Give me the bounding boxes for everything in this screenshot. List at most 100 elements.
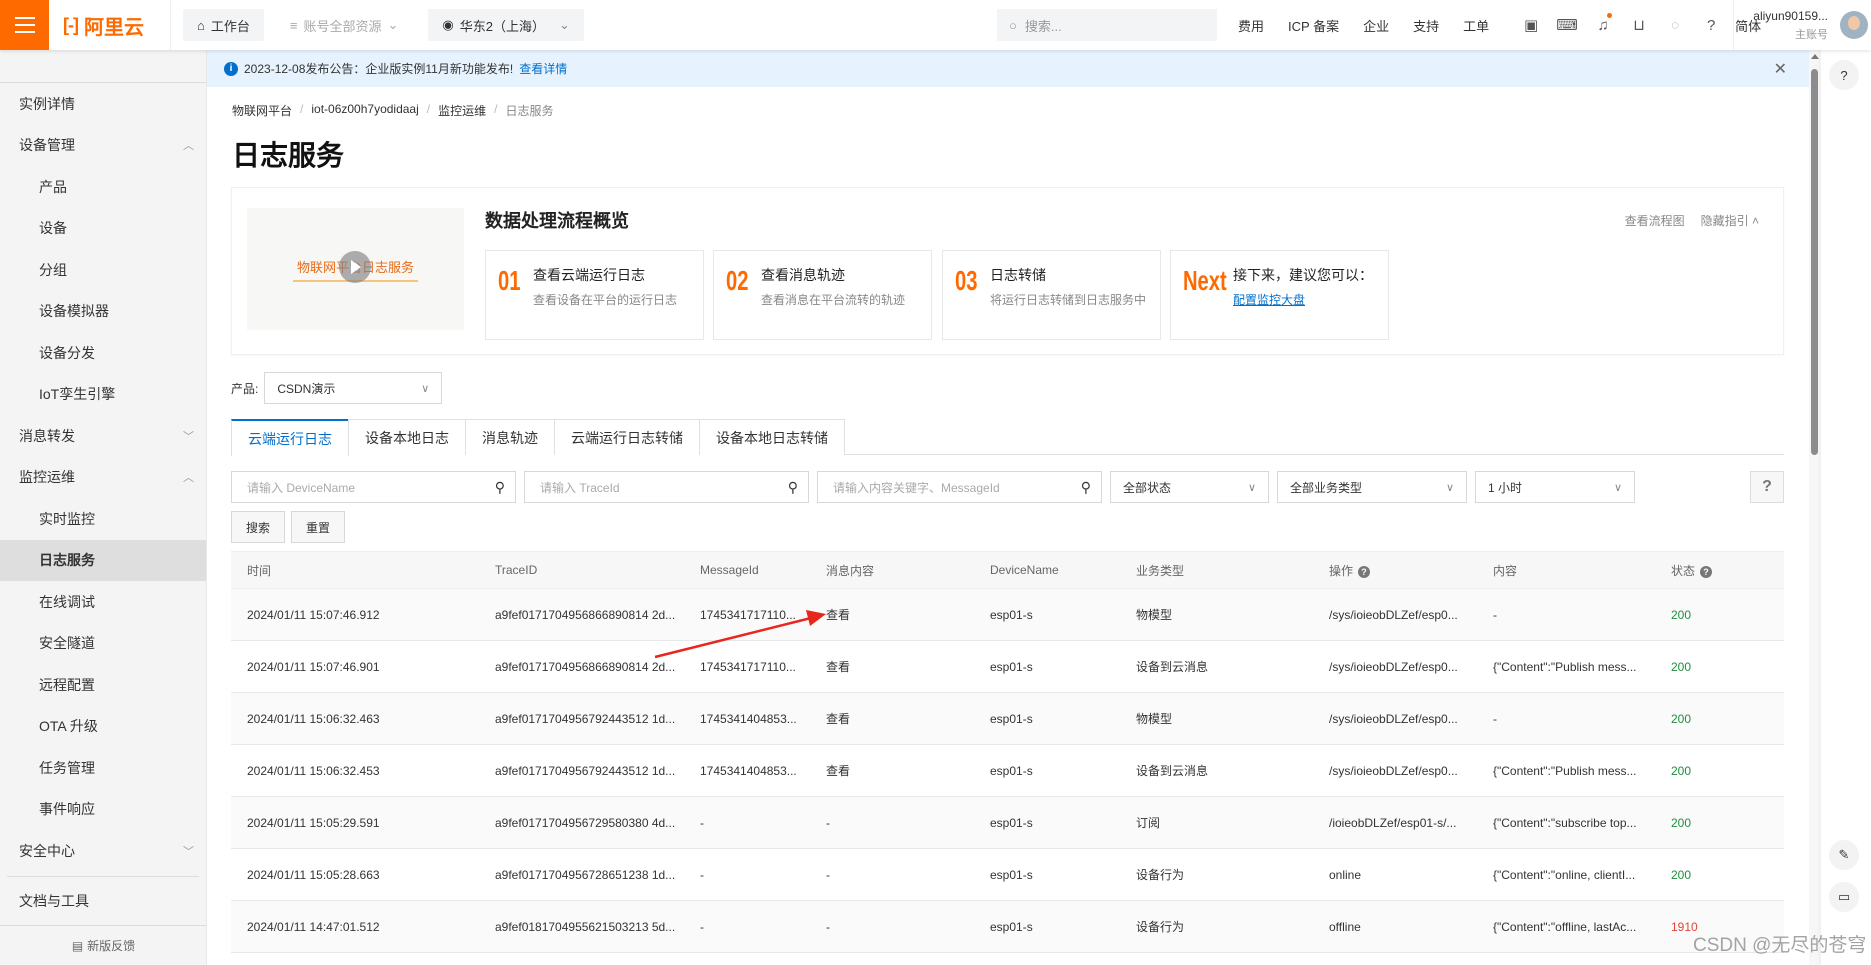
resource-selector[interactable]: ≡ 账号全部资源 ⌄ [276,9,413,41]
aliyun-logo[interactable]: [-] 阿里云 [49,0,171,50]
cart-icon[interactable]: ⊔ [1621,16,1657,34]
sidebar-item[interactable]: 产品 [0,166,206,208]
sidebar-item[interactable]: 安全中心 ﹀ [0,830,206,872]
chat-icon[interactable]: ▭ [1829,882,1859,912]
sidebar-item[interactable]: 实时监控 [0,498,206,540]
cell-op: /sys/ioieobDLZef/esp0... [1329,659,1458,674]
guide-title: 数据处理流程概览 [485,211,629,231]
trace-id-input[interactable]: 请输入 TraceId ⚲ [524,471,809,503]
configure-dashboard-link[interactable]: 配置监控大盘 [1233,291,1305,308]
view-content-link[interactable]: 查看 [810,658,974,675]
sidebar-item[interactable]: 日志服务 [0,539,206,581]
global-search-input[interactable]: ○ 搜索... [997,9,1217,41]
nav-enterprise[interactable]: 企业 [1363,16,1389,35]
col-biz-type: 业务类型 [1136,563,1185,578]
help-icon[interactable]: ? [1693,17,1729,34]
help-icon[interactable]: ? [1700,565,1713,578]
log-tabs: 云端运行日志 设备本地日志 消息轨迹 云端运行日志转储 设备本地日志转储 [231,419,1784,456]
play-icon[interactable] [339,251,371,283]
sidebar-item[interactable]: IoT孪生引擎 [0,374,206,416]
region-selector[interactable]: ◉ 华东2（上海） ⌄ [428,9,584,41]
tab-cloud-log[interactable]: 云端运行日志 [231,419,349,456]
col-operation: 操作? [1313,562,1477,579]
col-content: 内容 [1493,563,1518,578]
tab-message-trace[interactable]: 消息轨迹 [465,419,555,455]
vertical-scrollbar[interactable] [1809,50,1821,965]
content-keyword-input[interactable]: 请输入内容关键字、MessageId ⚲ [817,471,1102,503]
status-select[interactable]: 全部状态 ∨ [1110,471,1269,503]
sidebar-item-docs[interactable]: 文档与工具 [0,881,206,923]
sidebar-item[interactable]: 在线调试 [0,581,206,623]
bell-icon[interactable]: ♫ [1585,12,1621,34]
sidebar-item[interactable]: 设备模拟器 [0,291,206,333]
tab-device-log-dump[interactable]: 设备本地日志转储 [699,419,845,455]
step-title[interactable]: 查看消息轨迹 [761,265,845,285]
time-range-select[interactable]: 1 小时 ∨ [1475,471,1635,503]
tab-device-local-log[interactable]: 设备本地日志 [348,419,466,455]
biz-type-select[interactable]: 全部业务类型 ∨ [1277,471,1467,503]
breadcrumb-monitoring[interactable]: 监控运维 [438,102,486,119]
view-content-link[interactable]: 查看 [810,762,974,779]
device-name-input[interactable]: 请输入 DeviceName ⚲ [231,471,516,503]
col-device-name: DeviceName [990,563,1059,577]
view-flow-link[interactable]: 查看流程图 [1625,212,1685,229]
product-select[interactable]: CSDN演示 ∨ [264,372,443,404]
sidebar-item[interactable]: 远程配置 [0,664,206,706]
scrollbar-thumb[interactable] [1811,69,1818,455]
account-menu[interactable]: aliyun90159... 主账号 [1733,0,1871,50]
breadcrumb-iot-platform[interactable]: 物联网平台 [232,102,292,119]
bulb-icon[interactable]: ○ [1657,17,1693,34]
cell-biz: 订阅 [1136,816,1161,830]
terminal-icon[interactable]: ⌨ [1549,16,1585,34]
sidebar-item-label: 日志服务 [39,552,95,569]
menu-button[interactable] [0,0,49,50]
sidebar-item[interactable]: 设备 [0,208,206,250]
view-content-link[interactable]: 查看 [810,710,974,727]
breadcrumb-instance[interactable]: iot-06z00h7yodidaaj [311,102,418,119]
help-icon[interactable]: ? [1358,565,1371,578]
sidebar-item[interactable]: 设备分发 [0,332,206,374]
close-icon[interactable]: ✕ [1774,59,1787,79]
help-icon[interactable]: ? [1829,60,1859,90]
sidebar-item[interactable]: 事件响应 [0,789,206,831]
sidebar-item[interactable]: 任务管理 [0,747,206,789]
reset-button[interactable]: 重置 [291,511,346,543]
sidebar-item[interactable]: 安全隧道 [0,623,206,665]
sidebar-item[interactable]: 分组 [0,249,206,291]
nav-support[interactable]: 支持 [1413,16,1439,35]
view-content-link[interactable]: 查看 [810,606,974,623]
search-icon[interactable]: ⚲ [495,479,505,496]
cell-status: 200 [1671,607,1692,622]
workbench-button[interactable]: ⌂ 工作台 [182,9,264,41]
edit-icon[interactable]: ✎ [1829,840,1859,870]
nav-icp[interactable]: ICP 备案 [1288,16,1339,35]
content-keyword-placeholder: 请输入内容关键字、MessageId [833,480,1000,495]
step-number: Next [1183,265,1227,296]
search-icon[interactable]: ⚲ [1081,479,1091,496]
sidebar-item-label: 实例详情 [19,95,75,112]
sidebar-item[interactable]: 监控运维 ︿ [0,457,206,499]
sidebar-item[interactable]: 设备管理 ︿ [0,125,206,167]
scroll-up-arrow-icon[interactable] [1811,54,1819,59]
notification-dot [1607,12,1613,18]
step-title[interactable]: 日志转储 [990,265,1046,285]
avatar[interactable] [1840,11,1868,39]
sidebar-item[interactable]: 消息转发 ﹀ [0,415,206,457]
nav-fees[interactable]: 费用 [1238,16,1264,35]
cell-device: esp01-s [990,867,1033,882]
step-card-3: 03 日志转储 将运行日志转储到日志服务中 [942,250,1161,340]
feedback-button[interactable]: ▤ 新版反馈 [0,925,207,965]
search-button[interactable]: 搜索 [231,511,286,543]
guide-video[interactable]: 物联网平台日志服务 [247,208,464,330]
sidebar-item[interactable]: OTA 升级 [0,706,206,748]
tab-cloud-log-dump[interactable]: 云端运行日志转储 [554,419,700,455]
help-button[interactable]: ? [1750,471,1784,503]
step-title[interactable]: 查看云端运行日志 [533,265,645,285]
sidebar-item[interactable]: 实例详情 [0,83,206,125]
chevron-up-icon: ︿ [183,472,194,485]
search-icon[interactable]: ⚲ [788,479,798,496]
nav-ticket[interactable]: 工单 [1463,16,1489,35]
hide-guide-link[interactable]: 隐藏指引 ˄ [1701,212,1759,229]
announcement-link[interactable]: 查看详情 [519,60,567,77]
app-icon[interactable]: ▣ [1513,16,1549,34]
